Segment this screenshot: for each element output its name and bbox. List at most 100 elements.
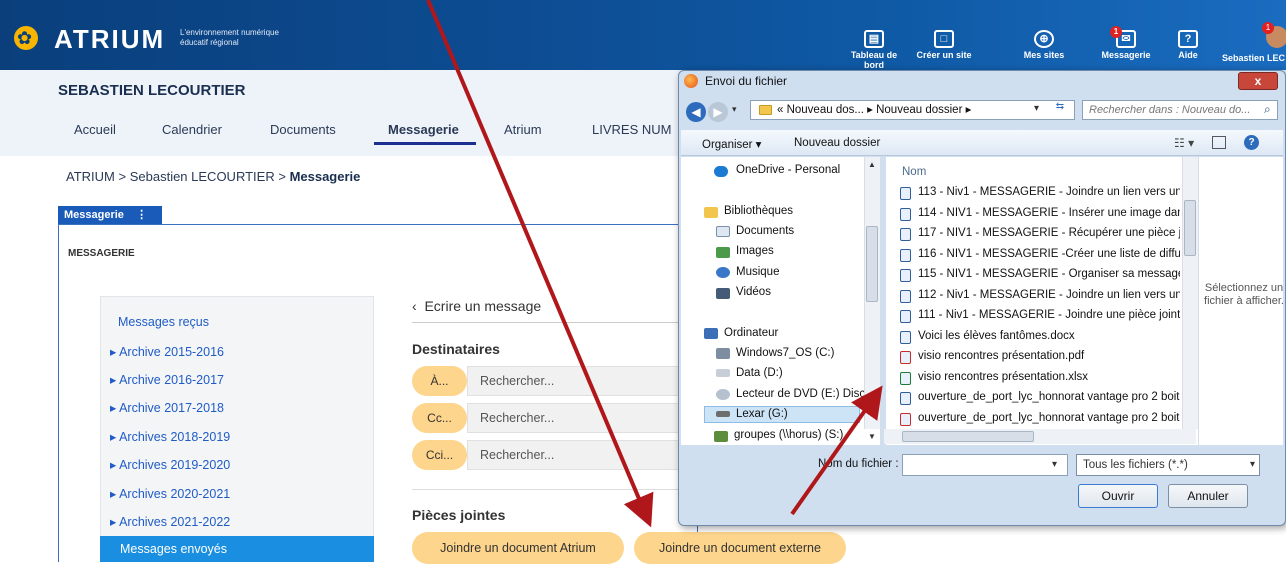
history-dropdown-icon[interactable]: ▾ — [732, 104, 737, 115]
tab-livres-num[interactable]: LIVRES NUM — [592, 122, 671, 137]
tree-drive-c[interactable]: Windows7_OS (C:) — [736, 347, 834, 359]
filename-input[interactable] — [902, 454, 1068, 476]
folder-archive-2016[interactable]: ▸ Archive 2016-2017 — [110, 372, 224, 387]
help-icon: ? — [1178, 30, 1198, 48]
nav-create-site[interactable]: □ Créer un site — [912, 30, 976, 60]
folder-archive-2018[interactable]: ▸ Archives 2018-2019 — [110, 429, 230, 444]
address-bar[interactable]: « Nouveau dos... ▸ Nouveau dossier ▸ — [750, 100, 1075, 120]
file-item[interactable]: 116 - NIV1 - MESSAGERIE -Créer une liste… — [918, 248, 1180, 260]
tree-music[interactable]: Musique — [736, 266, 779, 278]
preview-pane-icon[interactable] — [1212, 136, 1226, 149]
dialog-title: Envoi du fichier — [705, 74, 788, 88]
new-folder-button[interactable]: Nouveau dossier — [794, 137, 880, 149]
bcc-button[interactable]: Cci... — [412, 440, 467, 470]
tree-drive-d[interactable]: Data (D:) — [736, 367, 783, 379]
refresh-icon[interactable]: ⇆ — [1050, 101, 1070, 118]
file-item[interactable]: visio rencontres présentation.xlsx — [918, 371, 1180, 383]
file-item[interactable]: 113 - Niv1 - MESSAGERIE - Joindre un lie… — [918, 186, 1180, 198]
filename-label: Nom du fichier : — [818, 458, 899, 470]
folder-archive-2020[interactable]: ▸ Archives 2020-2021 — [110, 486, 230, 501]
tree-videos[interactable]: Vidéos — [736, 286, 771, 298]
help-icon[interactable]: ? — [1244, 135, 1259, 150]
active-tab-indicator — [374, 142, 476, 145]
nav-user[interactable]: Sebastien LEC — [1222, 53, 1286, 63]
column-name[interactable]: Nom — [902, 166, 926, 178]
file-item[interactable]: 115 - NIV1 - MESSAGERIE - Organiser sa m… — [918, 268, 1180, 280]
file-item[interactable]: ouverture_de_port_lyc_honnorat vantage p… — [918, 412, 1180, 424]
back-button[interactable]: ◀ — [686, 102, 706, 122]
tab-atrium[interactable]: Atrium — [504, 122, 542, 137]
tree-scroll-thumb[interactable] — [866, 226, 878, 302]
file-item[interactable]: 117 - NIV1 - MESSAGERIE - Récupérer une … — [918, 227, 1180, 239]
attach-atrium-button[interactable]: Joindre un document Atrium — [412, 532, 624, 564]
filename-dropdown-icon[interactable]: ▾ — [1052, 459, 1057, 470]
tab-calendrier[interactable]: Calendrier — [162, 122, 222, 137]
dvd-icon — [716, 389, 730, 400]
tree-dvd[interactable]: Lecteur de DVD (E:) Disc — [736, 388, 865, 400]
logo-text[interactable]: ATRIUM — [54, 24, 165, 54]
network-drive-icon — [714, 431, 728, 442]
nav-messagerie[interactable]: ✉ 1 Messagerie — [1094, 26, 1158, 60]
file-scrollbar[interactable] — [1182, 157, 1198, 429]
divider — [412, 322, 698, 323]
tree-images[interactable]: Images — [736, 245, 774, 257]
atrium-logo-icon[interactable]: ✿ — [14, 26, 38, 50]
cc-button[interactable]: Cc... — [412, 403, 467, 433]
address-dropdown-icon[interactable]: ▾ — [1034, 103, 1039, 114]
search-icon[interactable]: ⌕ — [1264, 102, 1271, 117]
close-button[interactable]: x — [1238, 72, 1278, 90]
tab-documents[interactable]: Documents — [270, 122, 336, 137]
file-item[interactable]: 114 - NIV1 - MESSAGERIE - Insérer une im… — [918, 207, 1180, 219]
file-hscroll-thumb[interactable] — [902, 431, 1034, 442]
tree-computer[interactable]: Ordinateur — [724, 327, 778, 339]
docx-file-icon — [900, 289, 911, 303]
folder-archive-2019[interactable]: ▸ Archives 2019-2020 — [110, 457, 230, 472]
file-item[interactable]: ouverture_de_port_lyc_honnorat vantage p… — [918, 391, 1180, 403]
folder-archive-2015[interactable]: ▸ Archive 2015-2016 — [110, 344, 224, 359]
chevron-down-icon: ▾ — [1249, 459, 1255, 470]
search-input[interactable]: Rechercher dans : Nouveau do... — [1082, 100, 1278, 120]
filetype-select[interactable]: Tous les fichiers (*.*) ▾ — [1076, 454, 1260, 476]
nav-help[interactable]: ? Aide — [1156, 30, 1220, 60]
nav-dashboard[interactable]: ▤ Tableau de bord — [842, 30, 906, 70]
breadcrumb-user[interactable]: Sebastien LECOURTIER — [130, 169, 275, 184]
to-button[interactable]: À... — [412, 366, 467, 396]
file-item[interactable]: visio rencontres présentation.pdf — [918, 350, 1180, 362]
tab-accueil[interactable]: Accueil — [74, 122, 116, 137]
scroll-down-icon[interactable]: ▼ — [868, 432, 876, 441]
tree-onedrive[interactable]: OneDrive - Personal — [736, 164, 840, 176]
organize-menu[interactable]: Organiser ▾ — [702, 137, 761, 151]
panel-menu-icon[interactable]: ⋮ — [136, 209, 147, 221]
folder-archive-2017[interactable]: ▸ Archive 2017-2018 — [110, 400, 224, 415]
tree-libraries[interactable]: Bibliothèques — [724, 205, 793, 217]
folder-inbox[interactable]: Messages reçus — [118, 315, 209, 329]
view-options-icon[interactable]: ☷ ▾ — [1174, 136, 1194, 150]
file-item[interactable]: 111 - Niv1 - MESSAGERIE - Joindre une pi… — [918, 309, 1180, 321]
create-site-icon: □ — [934, 30, 954, 48]
panel-tab-messagerie[interactable]: Messagerie ⋮ — [58, 206, 162, 224]
library-icon — [704, 207, 718, 218]
docx-file-icon — [900, 269, 911, 282]
notification-badge: 1 — [1110, 26, 1122, 38]
file-scroll-thumb[interactable] — [1184, 200, 1196, 256]
folder-sent[interactable]: Messages envoyés — [100, 536, 374, 562]
bcc-input[interactable]: Rechercher... — [467, 440, 699, 470]
cancel-button[interactable]: Annuler — [1168, 484, 1248, 508]
tree-network[interactable]: groupes (\\horus) (S:) — [734, 429, 843, 441]
open-button[interactable]: Ouvrir — [1078, 484, 1158, 508]
cc-input[interactable]: Rechercher... — [467, 403, 699, 433]
tree-lexar[interactable]: Lexar (G:) — [736, 408, 788, 420]
tab-messagerie[interactable]: Messagerie — [388, 122, 459, 137]
attach-external-button[interactable]: Joindre un document externe — [634, 532, 846, 564]
folder-archive-2021[interactable]: ▸ Archives 2021-2022 — [110, 514, 230, 529]
tree-documents[interactable]: Documents — [736, 225, 794, 237]
forward-button[interactable]: ▶ — [708, 102, 728, 122]
to-input[interactable]: Rechercher... — [467, 366, 699, 396]
scroll-up-icon[interactable]: ▲ — [868, 160, 876, 169]
user-name: SEBASTIEN LECOURTIER — [58, 82, 246, 99]
file-item[interactable]: Voici les élèves fantômes.docx — [918, 330, 1180, 342]
compose-title[interactable]: ‹ Ecrire un message — [412, 298, 541, 314]
breadcrumb-root[interactable]: ATRIUM — [66, 169, 115, 184]
file-item[interactable]: 112 - Niv1 - MESSAGERIE - Joindre un lie… — [918, 289, 1180, 301]
nav-my-sites[interactable]: ⊕ Mes sites — [1012, 30, 1076, 60]
